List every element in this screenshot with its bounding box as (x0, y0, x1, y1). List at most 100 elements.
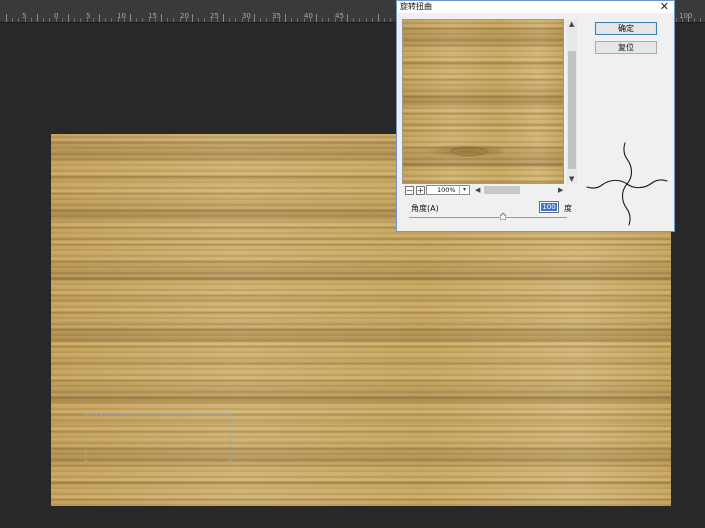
ruler-tick (161, 14, 162, 22)
ruler-tick (309, 18, 311, 22)
angle-slider-track[interactable] (409, 217, 567, 218)
arrow-left-icon[interactable]: ◀ (475, 186, 480, 194)
ruler-tick (681, 18, 683, 22)
ruler-tick (111, 18, 113, 22)
ruler-tick (278, 18, 280, 22)
ruler-tick (700, 18, 702, 22)
ruler-tick (92, 18, 94, 22)
ruler-tick (99, 14, 100, 22)
twirl-dialog: 旋转扭曲 ✕ ▲ ▼ − + 100% ▾ ◀ ▶ 角度(A) 100 度 确定… (396, 0, 675, 232)
ruler-tick (74, 18, 76, 22)
ruler-tick (254, 14, 255, 22)
ruler-tick (43, 18, 45, 22)
angle-label: 角度(A) (411, 204, 439, 213)
ruler-tick (328, 18, 330, 22)
preview-horizontal-scrollbar[interactable]: ◀ ▶ (475, 185, 565, 195)
ruler-tick (210, 18, 212, 22)
ruler-tick (204, 18, 206, 22)
preview-vertical-scrollbar[interactable]: ▲ ▼ (567, 19, 577, 184)
ruler-tick (384, 18, 386, 22)
ruler-tick (297, 18, 299, 22)
ruler-tick (272, 18, 274, 22)
ruler-tick (266, 18, 268, 22)
ruler-tick (371, 18, 373, 22)
slider-handle-icon[interactable] (500, 213, 506, 220)
close-icon[interactable]: ✕ (660, 0, 669, 13)
zoom-in-button[interactable]: + (416, 186, 425, 195)
ruler-tick (18, 18, 20, 22)
ruler-tick (675, 18, 677, 22)
ruler-tick (61, 18, 63, 22)
ruler-tick (30, 18, 32, 22)
ruler-tick (291, 18, 293, 22)
ruler-label: 40 (304, 12, 313, 20)
preview-wood-image (403, 20, 563, 183)
ruler-tick (130, 14, 131, 22)
ruler-tick (123, 18, 125, 22)
ruler-label: 30 (242, 12, 251, 20)
ruler-tick (390, 18, 392, 22)
ruler-tick (694, 18, 696, 22)
ruler-tick (359, 18, 361, 22)
ruler-tick (37, 14, 38, 22)
zoom-select[interactable]: 100% ▾ (426, 185, 470, 195)
ruler-tick (322, 18, 324, 22)
ruler-tick (260, 18, 262, 22)
ruler-tick (334, 18, 336, 22)
twirl-preview-icon (586, 142, 668, 226)
ruler-tick (12, 18, 14, 22)
ruler-tick (105, 18, 107, 22)
ruler-tick (347, 14, 348, 22)
ruler-tick (285, 14, 286, 22)
ruler-tick (216, 18, 218, 22)
ok-button[interactable]: 确定 (595, 22, 657, 35)
dialog-titlebar[interactable]: 旋转扭曲 ✕ (397, 0, 674, 13)
angle-unit: 度 (564, 204, 572, 213)
ruler-tick (24, 18, 26, 22)
angle-value: 100 (541, 203, 557, 211)
ruler-tick (247, 18, 249, 22)
vscroll-thumb[interactable] (568, 51, 576, 169)
ruler-tick (167, 18, 169, 22)
ruler-tick (6, 14, 7, 22)
ruler-tick (148, 18, 150, 22)
angle-input[interactable]: 100 (539, 201, 559, 213)
filter-preview[interactable] (402, 19, 564, 184)
ruler-tick (365, 18, 367, 22)
ruler-tick (235, 18, 237, 22)
ruler-tick (55, 18, 57, 22)
ruler-tick (241, 18, 243, 22)
wood-knot-ring (451, 147, 487, 156)
ruler-tick (142, 18, 144, 22)
ruler-tick (223, 14, 224, 22)
ruler-tick (316, 14, 317, 22)
ruler-tick (173, 18, 175, 22)
ruler-tick (303, 18, 305, 22)
ruler-tick (229, 18, 231, 22)
arrow-right-icon[interactable]: ▶ (558, 186, 563, 194)
ruler-tick (80, 18, 82, 22)
ruler-tick (192, 14, 193, 22)
ruler-tick (688, 14, 689, 22)
ruler-tick (49, 18, 51, 22)
ruler-tick (185, 18, 187, 22)
ruler-tick (117, 18, 119, 22)
marquee-selection[interactable] (85, 414, 231, 462)
ruler-label: 45 (335, 12, 344, 20)
ruler-tick (198, 18, 200, 22)
ruler-tick (68, 14, 69, 22)
chevron-down-icon[interactable]: ▾ (459, 186, 469, 194)
ruler-tick (154, 18, 156, 22)
zoom-value: 100% (437, 186, 456, 194)
arrow-down-icon[interactable]: ▼ (569, 175, 574, 183)
zoom-out-button[interactable]: − (405, 186, 414, 195)
reset-button[interactable]: 复位 (595, 41, 657, 54)
ruler-tick (378, 14, 379, 22)
ruler-tick (353, 18, 355, 22)
dialog-title: 旋转扭曲 (400, 2, 432, 11)
ruler-tick (179, 18, 181, 22)
arrow-up-icon[interactable]: ▲ (569, 20, 574, 28)
hscroll-thumb[interactable] (484, 186, 520, 194)
ruler-tick (340, 18, 342, 22)
ruler-tick (136, 18, 138, 22)
